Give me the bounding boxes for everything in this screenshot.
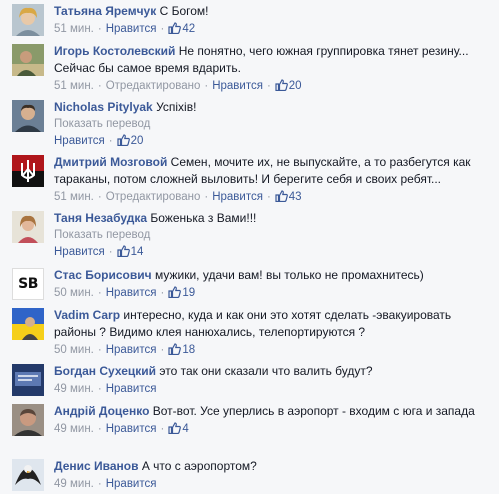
comment-time[interactable]: 50 мин. — [54, 344, 94, 356]
comment: Дмитрий Мозговой Семен, мочите их, не вы… — [0, 151, 499, 207]
like-count[interactable]: 42 — [182, 23, 195, 35]
avatar[interactable] — [12, 459, 44, 491]
avatar[interactable] — [12, 155, 44, 187]
show-translation-link[interactable]: Показать перевод — [54, 227, 493, 243]
avatar[interactable] — [12, 308, 44, 340]
comment-time[interactable]: 51 мин. — [54, 191, 94, 203]
thumbs-up-icon — [275, 79, 288, 96]
comment: SB Стас Борисович мужики, удачи вам! вы … — [0, 264, 499, 304]
like-button[interactable]: Нравится — [106, 383, 157, 395]
like-button[interactable]: Нравится — [212, 80, 263, 92]
comment-meta: 49 мин. · Нравится · 4 — [54, 421, 493, 439]
comment: Андрій Доценко Вот-вот. Усе уперлись в а… — [0, 400, 499, 455]
comment-text: мужики, удачи вам! вы только не промахни… — [154, 268, 424, 282]
show-translation-link[interactable]: Показать перевод — [54, 116, 493, 132]
thumbs-up-icon — [168, 422, 182, 439]
comment-author[interactable]: Денис Иванов — [54, 459, 138, 473]
avatar[interactable]: SB — [12, 268, 44, 300]
comment-author[interactable]: Стас Борисович — [54, 268, 152, 282]
avatar[interactable] — [12, 44, 44, 76]
like-count[interactable]: 4 — [182, 423, 188, 435]
comment-meta: 49 мин. · Нравится — [54, 383, 157, 395]
comment-time[interactable]: 50 мин. — [54, 287, 94, 299]
thumbs-up-icon — [168, 286, 182, 303]
comment-time[interactable]: 51 мин. — [54, 23, 94, 35]
like-button[interactable]: Нравится — [54, 135, 105, 147]
like-count[interactable]: 43 — [289, 191, 302, 203]
comment-time[interactable]: 49 мин. — [54, 423, 94, 435]
avatar[interactable] — [12, 4, 44, 36]
like-button[interactable]: Нравится — [54, 246, 105, 258]
like-count[interactable]: 18 — [182, 344, 195, 356]
avatar[interactable] — [12, 100, 44, 132]
comment-meta: Нравится · 20 — [54, 133, 493, 151]
comment-meta: 50 мин. · Нравится · 18 — [54, 342, 493, 360]
comment-author[interactable]: Дмитрий Мозговой — [54, 155, 167, 169]
avatar[interactable] — [12, 364, 44, 396]
comment: Vadim Carp интересно, куда и как они это… — [0, 304, 499, 360]
edited-label[interactable]: Отредактировано — [106, 80, 201, 92]
like-button[interactable]: Нравится — [106, 344, 157, 356]
thumbs-up-icon — [168, 22, 182, 39]
sb-logo: SB — [18, 276, 38, 292]
like-count[interactable]: 20 — [289, 80, 302, 92]
comment-author[interactable]: Игорь Костолевский — [54, 44, 175, 58]
avatar[interactable] — [12, 404, 44, 436]
comment-time[interactable]: 49 мин. — [54, 383, 94, 395]
comment: Татьяна Яремчук С Богом! 51 мин. · Нравитс… — [0, 0, 499, 40]
like-button[interactable]: Нравится — [106, 423, 157, 435]
comment: Денис Иванов А что с аэропортом? 49 мин.… — [0, 455, 499, 494]
like-count[interactable]: 20 — [131, 135, 144, 147]
comment-text: С Богом! — [159, 4, 209, 18]
like-button[interactable]: Нравится — [212, 191, 263, 203]
thumbs-up-icon — [168, 343, 182, 360]
comment-time[interactable]: 51 мин. — [54, 80, 94, 92]
comment-meta: 51 мин. · Отредактировано · Нравится · 43 — [54, 189, 493, 207]
avatar[interactable] — [12, 211, 44, 243]
comment-meta: 51 мин. · Отредактировано · Нравится · 20 — [54, 78, 493, 96]
comment-text: Успіхів! — [156, 100, 197, 114]
comment-time[interactable]: 49 мин. — [54, 478, 94, 490]
comment: Nicholas Pitylyak Успіхів! Показать пере… — [0, 96, 499, 151]
comment-author[interactable]: Vadim Carp — [54, 308, 120, 322]
comment-text: А что с аэропортом? — [141, 459, 257, 473]
thumbs-up-icon — [116, 245, 130, 262]
like-button[interactable]: Нравится — [106, 23, 157, 35]
comment-meta: 49 мин. · Нравится — [54, 478, 157, 490]
like-button[interactable]: Нравится — [106, 478, 157, 490]
like-button[interactable]: Нравится — [106, 287, 157, 299]
comment-author[interactable]: Татьяна Яремчук — [54, 4, 156, 18]
comment-list: Татьяна Яремчук С Богом! 51 мин. · Нравитс… — [0, 0, 499, 494]
like-count[interactable]: 19 — [182, 287, 195, 299]
comment-author[interactable]: Богдан Сухецкий — [54, 364, 156, 378]
comment-author[interactable]: Андрій Доценко — [54, 404, 149, 418]
comment-text: это так они сказали что валить будут? — [159, 364, 373, 378]
comment: Игорь Костолевский Не понятно, чего южна… — [0, 40, 499, 96]
like-count[interactable]: 14 — [131, 246, 144, 258]
comment-text: Боженька з Вами!!! — [150, 211, 257, 225]
comment-meta: Нравится · 14 — [54, 244, 493, 262]
comment-meta: 50 мин. · Нравится · 19 — [54, 285, 493, 303]
thumbs-up-icon — [116, 134, 130, 151]
thumbs-up-icon — [275, 190, 288, 207]
comment-author[interactable]: Nicholas Pitylyak — [54, 100, 153, 114]
comment-author[interactable]: Таня Незабудка — [54, 211, 147, 225]
comment: Богдан Сухецкий это так они сказали что … — [0, 360, 499, 400]
comment-meta: 51 мин. · Нравится · 42 — [54, 21, 493, 39]
comment: Таня Незабудка Боженька з Вами!!! Показа… — [0, 207, 499, 264]
comment-text: Вот-вот. Усе уперлись в аэропорт - входи… — [152, 404, 475, 418]
edited-label[interactable]: Отредактировано — [106, 191, 201, 203]
